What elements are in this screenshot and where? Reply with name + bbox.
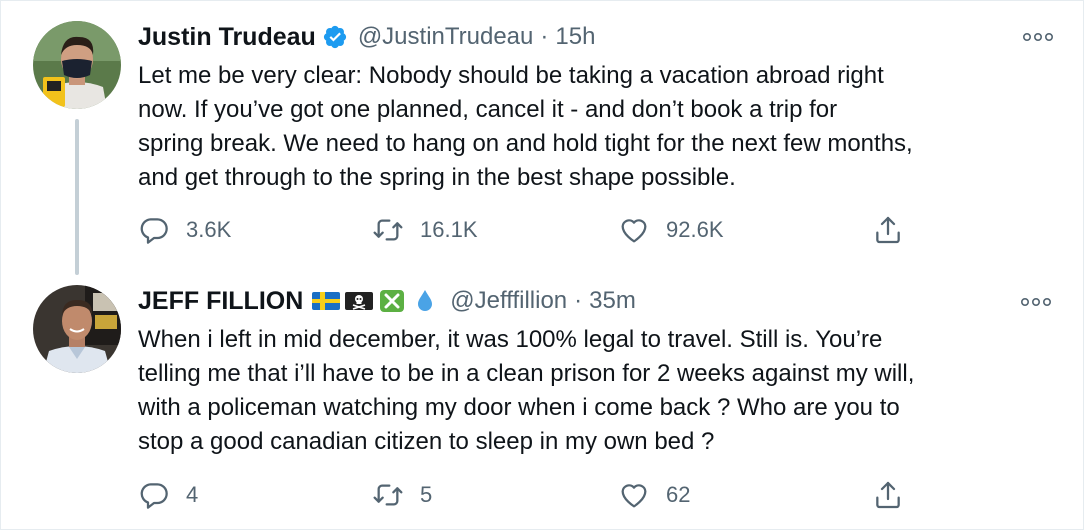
more-icon[interactable] [1019,292,1053,312]
reply-count: 4 [186,482,199,507]
flag-sweden-icon [312,292,341,310]
tweet-header: JEFF FILLION @Jefffillion · 35m [138,285,636,317]
display-name[interactable]: Justin Trudeau [138,23,316,52]
verified-badge-icon [323,25,346,49]
thread-connector-line [75,119,79,275]
separator-dot: · [540,23,549,50]
reply-icon [140,483,168,509]
display-name-text: JEFF FILLION [138,286,304,315]
retweet-icon [373,219,403,241]
reply-count: 3.6K [186,217,232,242]
share-icon [876,481,900,509]
timestamp[interactable]: 15h [555,23,595,51]
heart-icon [621,219,647,243]
conversation-thread: Justin Trudeau @JustinTrudeau · 15h Let … [0,0,1084,530]
tweet-header: Justin Trudeau @JustinTrudeau · 15h [138,21,595,53]
handle[interactable]: @JustinTrudeau [358,23,534,51]
tweet-actions: 4 5 62 [138,477,908,513]
pirate-flag-icon [345,292,374,310]
retweet-button[interactable]: 5 [372,477,432,513]
more-icon[interactable] [1021,27,1055,47]
share-icon [876,216,900,244]
retweet-count: 5 [420,482,433,507]
handle[interactable]: @Jefffillion [450,287,567,315]
heart-icon [621,484,647,508]
like-count: 92.6K [666,217,724,242]
reply-button[interactable]: 4 [138,477,198,513]
display-name-emojis [311,289,440,313]
like-button[interactable]: 62 [618,477,690,513]
cross-mark-button-icon [380,290,405,312]
avatar-justin-trudeau[interactable] [33,21,121,109]
tweet-justin-trudeau[interactable]: Justin Trudeau @JustinTrudeau · 15h Let … [1,1,1084,275]
like-count: 62 [666,482,691,507]
timestamp[interactable]: 35m [589,287,636,315]
retweet-icon [373,484,403,506]
tweet-text: Let me be very clear: Nobody should be t… [138,62,913,191]
share-button[interactable] [872,212,904,248]
separator-dot: · [574,287,583,314]
tweet-actions: 3.6K 16.1K 92.6K [138,212,908,248]
reply-icon [140,218,168,244]
display-name[interactable]: JEFF FILLION [138,287,303,316]
like-button[interactable]: 92.6K [618,212,724,248]
retweet-button[interactable]: 16.1K [372,212,478,248]
reply-button[interactable]: 3.6K [138,212,231,248]
droplet-icon [418,290,433,311]
share-button[interactable] [872,477,904,513]
retweet-count: 16.1K [420,217,478,242]
avatar-jeff-fillion[interactable] [33,285,121,373]
tweet-text: When i left in mid december, it was 100%… [138,326,915,455]
